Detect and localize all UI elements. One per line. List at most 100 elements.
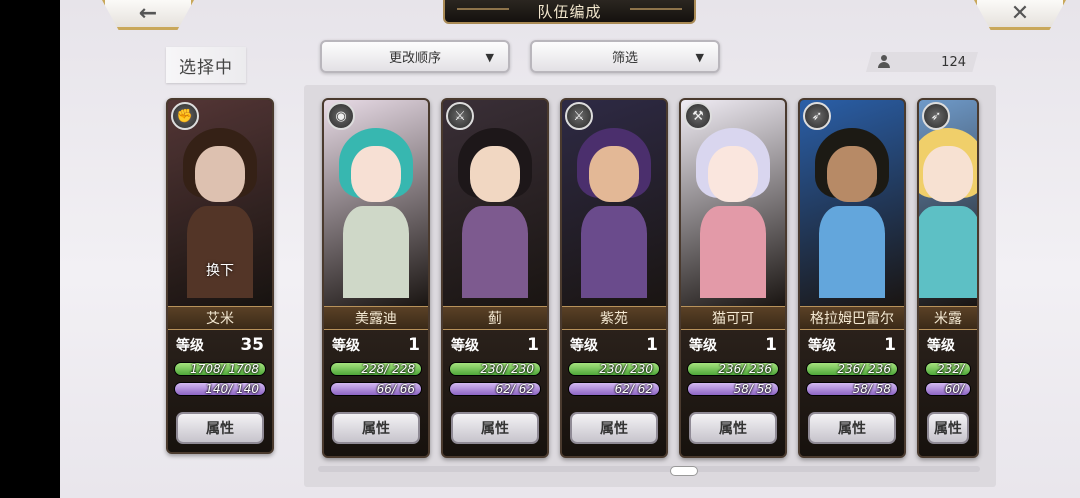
sp-bar: 62/ 62 <box>449 382 541 396</box>
character-card[interactable]: ⚔ 紫苑 等级 1 230/ 230 62/ 62 属性 <box>560 98 668 458</box>
level-value: 35 <box>240 335 264 355</box>
character-name: 米露 <box>919 306 977 330</box>
level-label: 等级 <box>689 338 717 354</box>
character-card[interactable]: ◉ 美露迪 等级 1 228/ 228 66/ 66 属性 <box>322 98 430 458</box>
swap-out-label[interactable]: 换下 <box>168 260 272 280</box>
character-card[interactable]: ⚔ 蓟 等级 1 230/ 230 62/ 62 属性 <box>441 98 549 458</box>
scrollbar-thumb[interactable] <box>670 466 698 476</box>
character-stats: 等级 35 1708/ 1708 140/ 140 属性 <box>168 330 272 452</box>
character-stats: 等级 1 230/ 230 62/ 62 属性 <box>562 330 666 456</box>
change-order-label: 更改顺序 <box>388 51 441 66</box>
character-portrait <box>443 100 547 306</box>
sp-bar: 60/ <box>925 382 971 396</box>
filter-label: 筛选 <box>611 51 638 66</box>
attributes-button[interactable]: 属性 <box>176 412 264 444</box>
hp-value: 232/ <box>937 362 964 376</box>
close-button[interactable]: ✕ <box>974 0 1066 30</box>
sword-icon: ⚔ <box>446 102 474 130</box>
sp-bar: 140/ 140 <box>174 382 266 396</box>
sp-value: 60/ <box>944 382 964 396</box>
hp-value: 236/ 236 <box>718 362 772 376</box>
swirl-icon: ◉ <box>327 102 355 130</box>
character-portrait <box>681 100 785 306</box>
level-value: 1 <box>884 335 896 355</box>
character-stats: 等级 1 230/ 230 62/ 62 属性 <box>443 330 547 456</box>
change-order-dropdown[interactable]: 更改顺序 ▼ <box>320 40 510 73</box>
sp-value: 58/ 58 <box>852 382 891 396</box>
arrow-icon: ➶ <box>922 102 950 130</box>
title-plate: 队伍编成 <box>443 0 696 24</box>
character-name: 美露迪 <box>324 306 428 330</box>
character-portrait <box>562 100 666 306</box>
level-value: 1 <box>646 335 658 355</box>
hp-value: 230/ 230 <box>480 362 534 376</box>
level-value: 1 <box>408 335 420 355</box>
character-art <box>339 128 413 298</box>
attributes-button[interactable]: 属性 <box>808 412 896 444</box>
hp-value: 228/ 228 <box>361 362 415 376</box>
filter-dropdown[interactable]: 筛选 ▼ <box>530 40 720 73</box>
hp-bar: 1708/ 1708 <box>174 362 266 376</box>
back-arrow-icon: ← <box>138 1 158 26</box>
back-button[interactable]: ← <box>102 0 194 30</box>
spear-icon: ➶ <box>803 102 831 130</box>
character-portrait <box>800 100 904 306</box>
character-art <box>919 128 977 298</box>
character-name: 蓟 <box>443 306 547 330</box>
selecting-label: 选择中 <box>166 47 246 83</box>
hp-value: 1708/ 1708 <box>190 362 259 376</box>
sp-bar: 66/ 66 <box>330 382 422 396</box>
character-portrait <box>919 100 977 306</box>
selected-character-card[interactable]: 换下 ✊ 艾米 等级 35 1708/ 1708 140/ 140 属性 <box>166 98 274 454</box>
attributes-button[interactable]: 属性 <box>927 412 969 444</box>
character-stats: 等级 1 236/ 236 58/ 58 属性 <box>800 330 904 456</box>
character-card[interactable]: ➶ 米露 等级 232/ 60/ 属性 <box>917 98 979 458</box>
hp-bar: 236/ 236 <box>806 362 898 376</box>
character-name: 艾米 <box>168 306 272 330</box>
character-art <box>458 128 532 298</box>
hp-bar: 236/ 236 <box>687 362 779 376</box>
attributes-button[interactable]: 属性 <box>332 412 420 444</box>
hp-bar: 228/ 228 <box>330 362 422 376</box>
character-stats: 等级 232/ 60/ 属性 <box>919 330 977 456</box>
party-formation-screen: ← 队伍编成 ✕ 选择中 更改顺序 ▼ 筛选 ▼ 124 换下 ✊ 艾米 等级 <box>60 0 1080 498</box>
character-card[interactable]: ⚒ 猫可可 等级 1 236/ 236 58/ 58 属性 <box>679 98 787 458</box>
level-label: 等级 <box>808 338 836 354</box>
roster-count-value: 124 <box>941 54 966 70</box>
level-value: 1 <box>527 335 539 355</box>
person-icon <box>878 55 890 69</box>
roster-count: 124 <box>866 52 978 72</box>
close-icon: ✕ <box>1010 1 1030 26</box>
character-stats: 等级 1 228/ 228 66/ 66 属性 <box>324 330 428 456</box>
chevron-down-icon: ▼ <box>695 51 704 64</box>
sp-value: 62/ 62 <box>614 382 653 396</box>
hp-value: 236/ 236 <box>837 362 891 376</box>
character-card[interactable]: ➶ 格拉姆巴雷尔 等级 1 236/ 236 58/ 58 属性 <box>798 98 906 458</box>
character-art <box>815 128 889 298</box>
character-stats: 等级 1 236/ 236 58/ 58 属性 <box>681 330 785 456</box>
attributes-button[interactable]: 属性 <box>570 412 658 444</box>
level-label: 等级 <box>570 338 598 354</box>
axe-icon: ⚒ <box>684 102 712 130</box>
character-art <box>577 128 651 298</box>
level-label: 等级 <box>332 338 360 354</box>
attributes-button[interactable]: 属性 <box>689 412 777 444</box>
page-title: 队伍编成 <box>537 2 602 21</box>
hp-value: 230/ 230 <box>599 362 653 376</box>
letterbox <box>0 0 60 498</box>
horizontal-scrollbar[interactable] <box>318 466 980 472</box>
hp-bar: 230/ 230 <box>568 362 660 376</box>
sword-icon: ⚔ <box>565 102 593 130</box>
character-portrait: 换下 <box>168 100 272 306</box>
sp-bar: 58/ 58 <box>806 382 898 396</box>
sp-value: 66/ 66 <box>376 382 415 396</box>
attributes-button[interactable]: 属性 <box>451 412 539 444</box>
chevron-down-icon: ▼ <box>485 51 494 64</box>
hp-bar: 230/ 230 <box>449 362 541 376</box>
character-name: 猫可可 <box>681 306 785 330</box>
level-label: 等级 <box>176 338 204 354</box>
level-label: 等级 <box>927 338 955 354</box>
sp-bar: 58/ 58 <box>687 382 779 396</box>
level-value: 1 <box>765 335 777 355</box>
character-name: 格拉姆巴雷尔 <box>800 306 904 330</box>
